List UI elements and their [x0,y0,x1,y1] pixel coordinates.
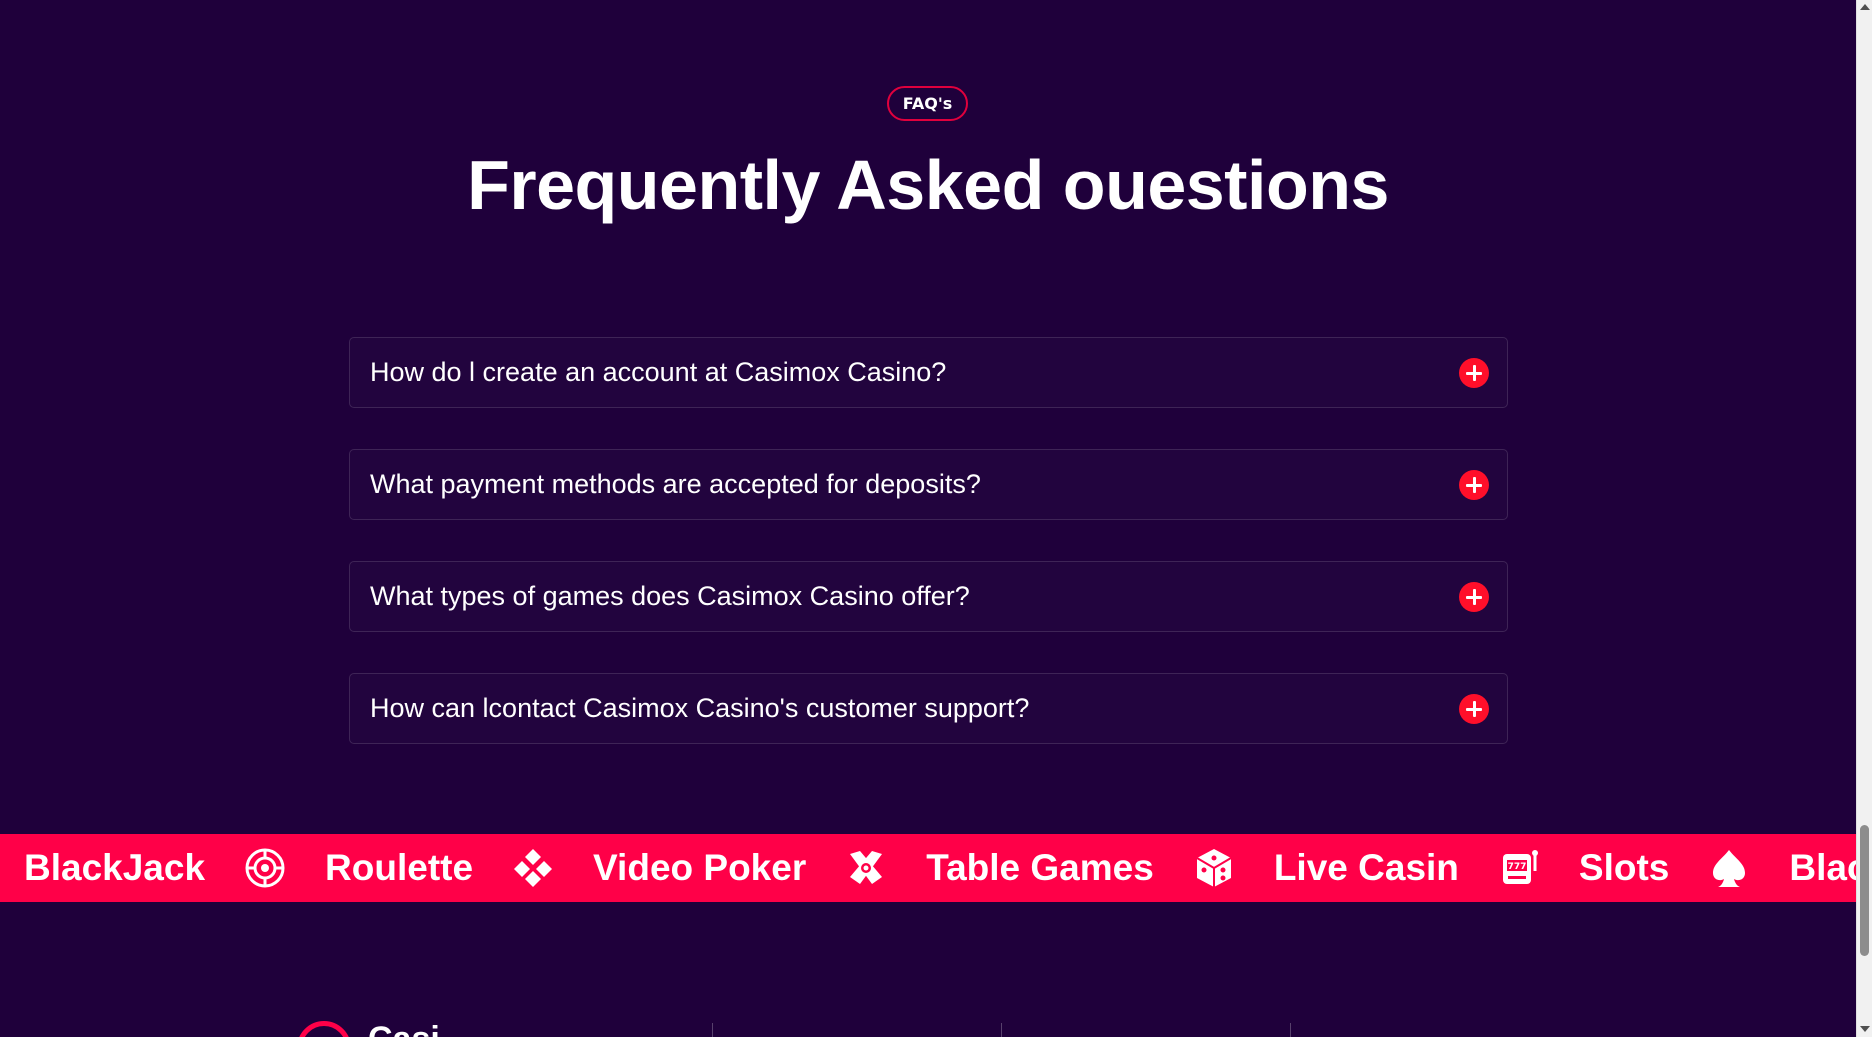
marquee-label-roulette[interactable]: Roulette [325,834,473,902]
marquee-label-slots[interactable]: Slots [1579,834,1669,902]
marquee-label-blackjack-repeat[interactable]: BlackJ [1789,834,1856,902]
faq-question[interactable]: How can lcontact Casimox Casino's custom… [370,674,1029,743]
footer-divider [712,1023,713,1037]
footer-divider [1001,1023,1002,1037]
casino-logo-icon[interactable] [297,1021,351,1037]
marquee-track: BlackJack Roulette Video Poker Table Gam… [24,834,1856,902]
spade-icon [1707,846,1751,890]
cards-suit-cluster-icon [511,846,555,890]
footer-divider [1290,1023,1291,1037]
marquee-label-table-games[interactable]: Table Games [926,834,1154,902]
game-category-marquee: BlackJack Roulette Video Poker Table Gam… [0,834,1856,902]
marquee-label-video-poker[interactable]: Video Poker [593,834,806,902]
scroll-down-icon[interactable] [1860,1026,1870,1032]
expand-button[interactable] [1459,470,1489,500]
faq-item[interactable]: What types of games does Casimox Casino … [349,561,1508,632]
faq-question[interactable]: What payment methods are accepted for de… [370,450,981,519]
plus-icon [1466,589,1482,605]
casino-chip-cards-icon [844,846,888,890]
plus-icon [1466,701,1482,717]
roulette-wheel-icon [243,846,287,890]
svg-text:777: 777 [1508,862,1527,872]
faq-question[interactable]: What types of games does Casimox Casino … [370,562,970,631]
expand-button[interactable] [1459,358,1489,388]
slot-machine-icon: 777 [1497,846,1541,890]
plus-icon [1466,365,1482,381]
marquee-label-live-casino[interactable]: Live Casin [1274,834,1459,902]
scroll-up-icon[interactable] [1860,4,1870,10]
faq-question[interactable]: How do l create an account at Casimox Ca… [370,338,946,407]
expand-button[interactable] [1459,694,1489,724]
plus-icon [1466,477,1482,493]
faq-title: Frequently Asked ouestions [467,146,1389,224]
footer: Casi [0,902,1856,1037]
vertical-scrollbar[interactable] [1856,0,1872,1037]
dice-icon [1192,846,1236,890]
scrollbar-thumb[interactable] [1860,825,1869,956]
page: FAQ's Frequently Asked ouestions How do … [0,0,1872,1037]
footer-logo-text[interactable]: Casi [368,1020,440,1037]
faq-section: FAQ's Frequently Asked ouestions How do … [0,0,1856,834]
faq-item[interactable]: How can lcontact Casimox Casino's custom… [349,673,1508,744]
marquee-label-blackjack[interactable]: BlackJack [24,834,205,902]
faq-item[interactable]: How do l create an account at Casimox Ca… [349,337,1508,408]
faq-item[interactable]: What payment methods are accepted for de… [349,449,1508,520]
faq-badge: FAQ's [887,86,968,121]
expand-button[interactable] [1459,582,1489,612]
